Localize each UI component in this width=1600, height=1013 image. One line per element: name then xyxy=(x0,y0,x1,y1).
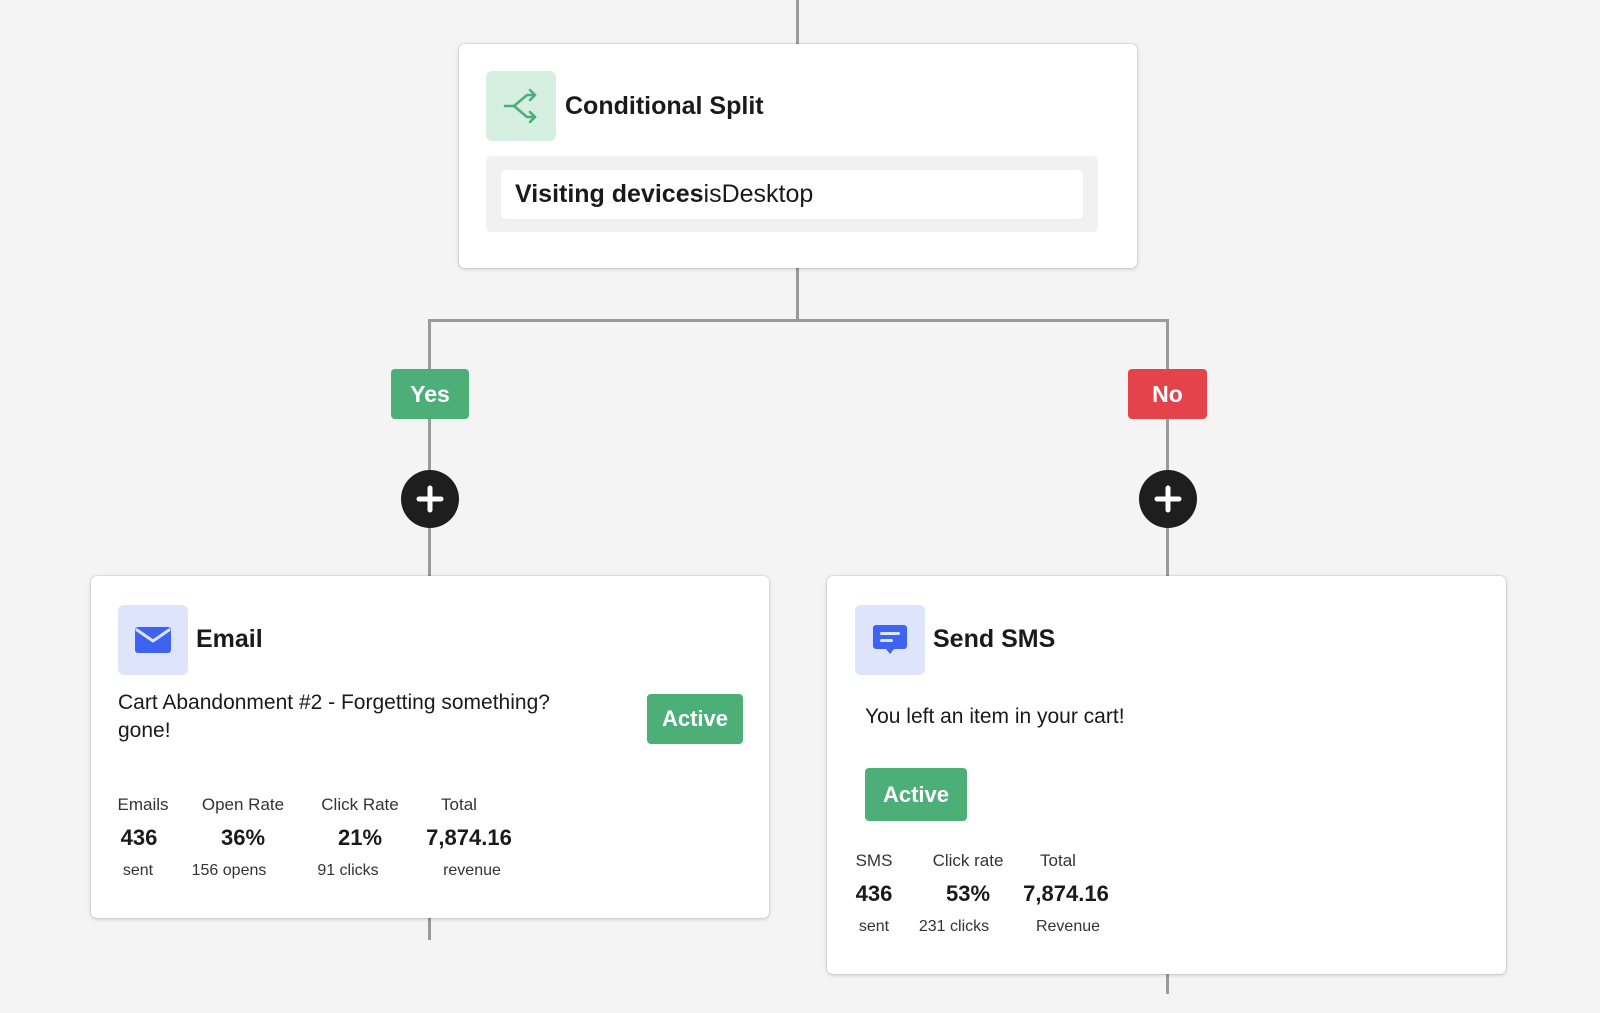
sms-message: You left an item in your cart! xyxy=(865,705,1125,728)
sms-card-title: Send SMS xyxy=(933,625,1056,653)
condition-field: Visiting devices xyxy=(515,180,704,208)
connector-split-down xyxy=(796,268,799,322)
plus-icon xyxy=(1154,485,1182,513)
connector-horizontal xyxy=(428,319,1169,322)
email-status-badge: Active xyxy=(647,694,743,744)
add-step-button-yes[interactable] xyxy=(401,470,459,528)
stat-label: SMS xyxy=(855,851,893,870)
stat-value: 436 xyxy=(855,881,893,906)
stat-value: 436 xyxy=(120,825,158,850)
condition-operator: is xyxy=(703,180,722,208)
stat-value: 7,874.16 xyxy=(426,825,512,850)
stat-value: 53% xyxy=(945,881,991,906)
add-step-button-no[interactable] xyxy=(1139,470,1197,528)
stat-sub: 91 clicks xyxy=(317,862,379,879)
email-card-title: Email xyxy=(196,625,263,653)
stat-sub: revenue xyxy=(443,862,501,879)
connector-email-out xyxy=(428,918,431,940)
stat-value: 36% xyxy=(220,825,266,850)
email-message-line1: Cart Abandonment #2 - Forgetting somethi… xyxy=(118,691,550,714)
envelope-icon xyxy=(118,605,188,675)
connector-sms-out xyxy=(1166,974,1169,994)
stat-value: 7,874.16 xyxy=(1023,881,1109,906)
conditional-split-card[interactable]: Conditional Split Visiting devices is De… xyxy=(459,44,1137,268)
condition-box: Visiting devices is Desktop xyxy=(486,156,1098,232)
sms-status-badge: Active xyxy=(865,768,967,821)
stat-sub: Revenue xyxy=(1035,918,1101,935)
connector-yes-branch xyxy=(428,319,431,576)
plus-icon xyxy=(416,485,444,513)
chat-bubble-icon xyxy=(855,605,925,675)
yes-branch-badge: Yes xyxy=(391,369,469,419)
stat-label: Open Rate xyxy=(201,795,285,814)
conditional-split-title: Conditional Split xyxy=(565,92,764,120)
connector-top xyxy=(796,0,799,44)
sms-stat-total: Total 7,874.16 Revenue xyxy=(1011,849,1121,939)
condition-value: Desktop xyxy=(721,180,814,208)
split-arrows-icon xyxy=(486,71,556,141)
stat-label: Emails xyxy=(117,795,169,814)
sms-card[interactable]: Send SMS You left an item in your cart! … xyxy=(827,576,1506,974)
stat-value: 21% xyxy=(337,825,383,850)
email-card[interactable]: Email Cart Abandonment #2 - Forgetting s… xyxy=(91,576,769,918)
email-stat-total: Total 7,874.16 revenue xyxy=(414,793,524,883)
no-branch-badge: No xyxy=(1128,369,1207,419)
stat-sub: 231 clicks xyxy=(918,918,990,935)
email-message-line2: gone! xyxy=(118,719,171,742)
condition-row[interactable]: Visiting devices is Desktop xyxy=(501,170,1083,219)
connector-no-branch xyxy=(1166,319,1169,576)
stat-label: Total xyxy=(441,795,477,814)
stat-label: Total xyxy=(1040,851,1076,870)
